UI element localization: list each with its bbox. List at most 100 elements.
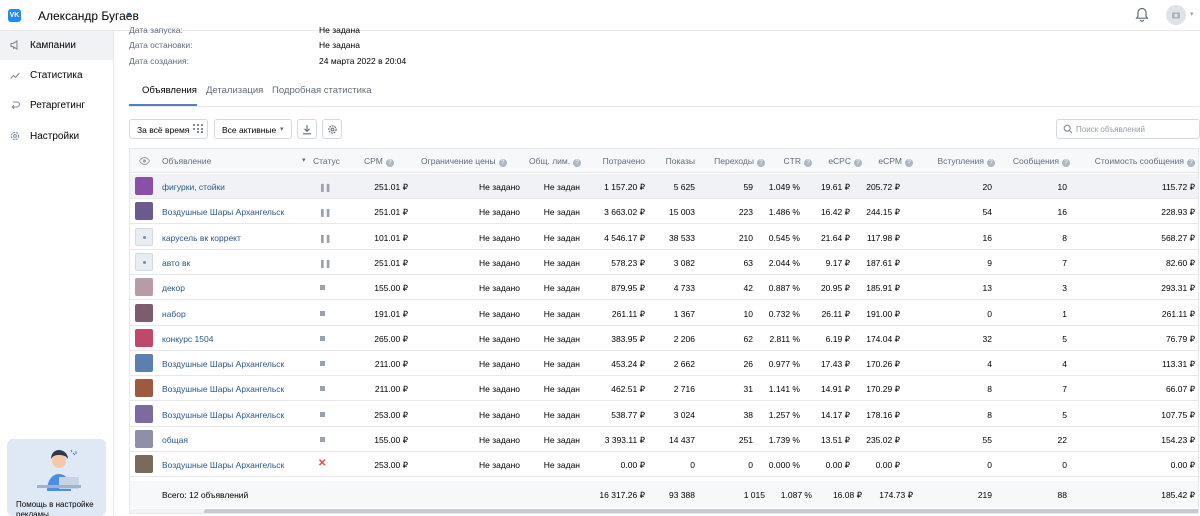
ad-thumbnail[interactable] [135,202,153,221]
stop-icon[interactable] [320,310,325,316]
table-row[interactable]: авто вк ❚❚ 251.01 ₽ Не задано Не задан 578.23… [130,249,1198,275]
table-row[interactable]: карусель вк коррект ❚❚ 101.01 ₽ Не задано Не… [130,224,1198,250]
status-filter-select[interactable]: Все активные ▾ [214,119,292,139]
user-name[interactable]: Александр Бугаев [38,9,139,23]
ad-name-link[interactable]: Воздушные Шары Архангельск [162,410,284,420]
ad-name-link[interactable]: Воздушные Шары Архангельск [162,384,284,394]
col-ecpm[interactable]: eCPM? [867,156,913,167]
table-row[interactable]: Воздушные Шары Архангельск 211.00 ₽ Не зад… [130,351,1198,377]
help-icon[interactable]: ? [1187,159,1195,167]
stop-icon[interactable] [320,335,325,341]
ad-thumbnail[interactable] [135,328,153,347]
help-icon[interactable]: ? [987,159,995,167]
vk-logo[interactable]: VK [8,9,21,22]
pause-icon[interactable]: ❚❚ [319,208,331,217]
col-joins[interactable]: Вступления? [920,156,995,167]
ad-thumbnail[interactable] [135,227,153,246]
col-status[interactable]: Статус [313,156,340,166]
ad-thumbnail[interactable] [135,177,153,195]
table-row[interactable]: фигурки, стойки ❚❚ 251.01 ₽ Не задано Не зад… [130,174,1198,199]
ad-thumbnail[interactable] [135,354,153,373]
search-box[interactable] [1056,119,1200,139]
help-icon[interactable]: ? [498,159,507,167]
col-clicks[interactable]: Переходы? [700,156,765,167]
scrollbar-thumb[interactable] [204,509,1198,513]
help-icon[interactable]: ? [905,159,913,167]
pause-icon[interactable]: ❚❚ [319,259,331,268]
table-settings-button[interactable] [322,119,342,139]
stop-icon[interactable] [320,361,325,367]
ad-name-link[interactable]: Воздушные Шары Архангельск [162,207,284,217]
ad-thumbnail[interactable] [135,430,153,448]
ad-thumbnail[interactable] [135,303,153,322]
sidebar-item-campaigns[interactable]: Кампании [0,31,113,60]
help-icon[interactable]: ? [804,159,812,167]
table-row[interactable]: Воздушные Шары Архангельск 211.00 ₽ Не зад… [130,376,1198,402]
cell-message-cost: 261.11 ₽ [1161,308,1195,319]
sidebar-item-statistics[interactable]: Статистика [0,61,113,90]
help-icon[interactable]: ? [1062,159,1070,167]
pause-icon[interactable]: ❚❚ [319,183,331,192]
table-row[interactable]: общая 155.00 ₽ Не задано Не задан 3 393.11 ₽… [130,427,1198,452]
table-row[interactable]: Воздушные Шары Архангельск 253.00 ₽ Не зад… [130,401,1198,427]
cell-spent: 462.51 ₽ [611,384,645,395]
pause-icon[interactable]: ❚❚ [319,234,331,243]
help-icon[interactable]: ? [757,159,765,167]
bell-icon[interactable] [1135,7,1149,23]
ad-name-link[interactable]: фигурки, стойки [162,182,225,192]
ad-name-link[interactable]: авто вк [162,258,190,268]
search-input[interactable] [1076,123,1196,136]
sidebar-item-settings[interactable]: Настройки [0,122,113,151]
rejected-icon[interactable]: ✕ [318,458,326,469]
col-ecpc[interactable]: eCPC? [816,156,862,167]
table-row[interactable]: Воздушные Шары Архангельск ❚❚ 251.01 ₽ Не з… [130,199,1198,225]
tab-details[interactable]: Детализация [206,85,263,96]
cell-message-cost: 228.93 ₽ [1161,207,1195,218]
col-spent[interactable]: Потрачено [585,156,645,166]
help-icon[interactable]: ? [854,159,862,167]
horizontal-scrollbar[interactable] [130,509,1198,513]
period-select[interactable]: За всё время [129,119,208,139]
ad-name-link[interactable]: набор [162,309,186,319]
ad-thumbnail[interactable] [135,455,153,474]
avatar[interactable] [1166,5,1186,25]
col-ad[interactable]: Объявление [162,156,211,166]
col-impressions[interactable]: Показы [650,156,695,166]
totals-ctr: 1.087 % [780,490,812,500]
chevron-down-icon[interactable]: ▾ [127,10,131,19]
ad-thumbnail[interactable] [135,404,153,423]
table-row[interactable]: декор 155.00 ₽ Не задано Не задан 879.95 ₽ 4 … [130,275,1198,301]
col-ctr[interactable]: CTR? [770,156,812,167]
col-message-cost[interactable]: Стоимость сообщения? [1075,156,1195,167]
stop-icon[interactable] [320,285,325,291]
ad-name-link[interactable]: общая [162,435,188,445]
eye-icon[interactable] [139,157,150,165]
table-row[interactable]: Воздушные Шары Архангельск ✕ 253.00 ₽ Не за… [130,452,1198,478]
ad-thumbnail[interactable] [135,278,153,297]
download-button[interactable] [297,119,317,139]
sort-desc-icon[interactable]: ▾ [302,156,306,164]
tab-ads[interactable]: Объявления [142,85,197,96]
ad-name-link[interactable]: декор [162,283,185,293]
table-row[interactable]: конкурс 1504 265.00 ₽ Не задано Не задан 383… [130,325,1198,351]
stop-icon[interactable] [320,411,325,417]
sidebar-item-retargeting[interactable]: Ретаргетинг [0,91,113,120]
col-messages[interactable]: Сообщения? [1000,156,1070,167]
chevron-down-icon[interactable]: ▾ [1190,10,1194,18]
stop-icon[interactable] [320,437,325,442]
help-card[interactable]: Помощь в настройке рекламы [7,439,106,516]
ad-thumbnail[interactable] [135,379,153,398]
table-row[interactable]: набор 191.01 ₽ Не задано Не задан 261.11 ₽ 1 … [130,300,1198,326]
col-total-limit[interactable]: Общ. лим.? [529,156,582,167]
ad-thumbnail[interactable] [135,252,153,271]
help-icon[interactable]: ? [385,159,394,167]
stop-icon[interactable] [320,386,325,392]
ad-name-link[interactable]: карусель вк коррект [162,233,241,243]
tab-detailed-stats[interactable]: Подробная статистика [272,85,372,96]
ad-name-link[interactable]: Воздушные Шары Архангельск [162,359,284,369]
help-icon[interactable]: ? [573,159,582,167]
col-cpm[interactable]: CPM? [364,156,394,167]
col-price-limit[interactable]: Ограничение цены? [421,156,507,167]
ad-name-link[interactable]: конкурс 1504 [162,334,213,344]
ad-name-link[interactable]: Воздушные Шары Архангельск [162,460,284,470]
